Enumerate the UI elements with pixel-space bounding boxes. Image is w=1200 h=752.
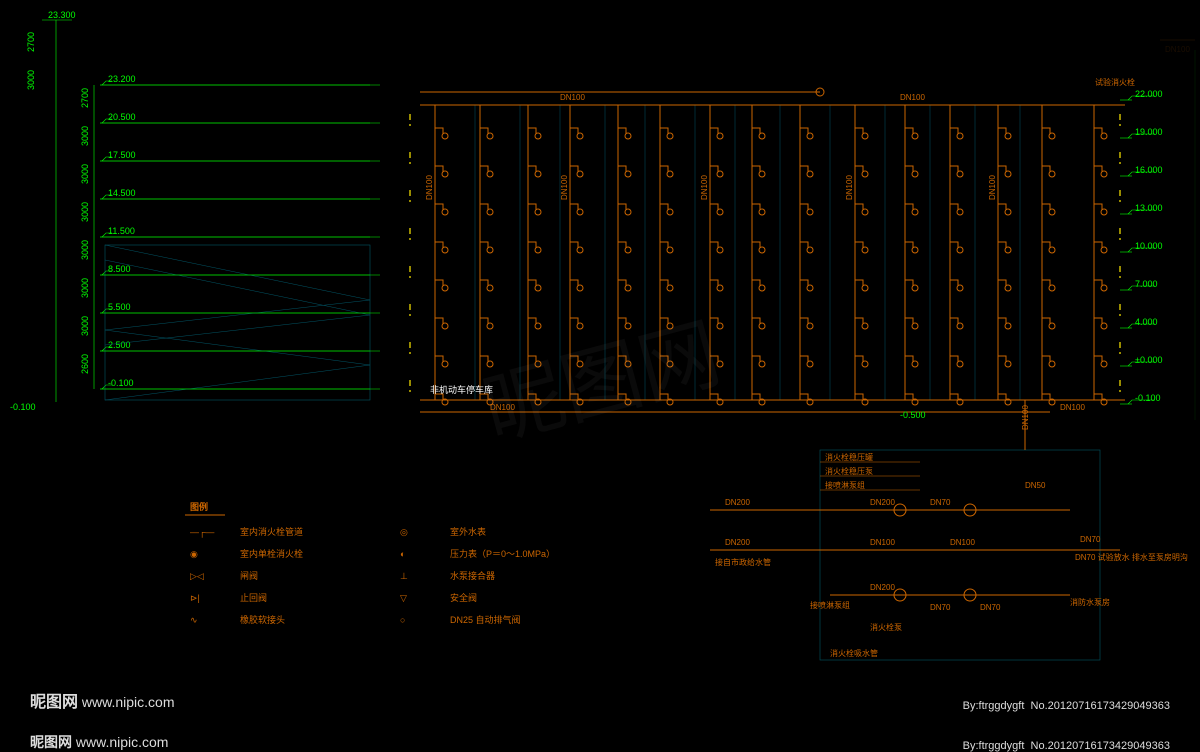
- svg-text:±0.000: ±0.000: [1135, 355, 1162, 365]
- svg-text:◎: ◎: [400, 527, 408, 537]
- svg-text:-0.100: -0.100: [1135, 393, 1161, 403]
- svg-text:2.500: 2.500: [108, 340, 131, 350]
- legend: 图例 —┌— 室内消火栓管道 ◉ 室内单栓消火栓 ▷◁ 闸阀 ⊳| 止回阀 ∿ 橡胶软接头 ◎ 室外水…: [185, 501, 555, 625]
- svg-text:消火栓泵: 消火栓泵: [870, 622, 902, 632]
- svg-text:DN50: DN50: [1025, 481, 1046, 490]
- svg-text:13.000: 13.000: [1135, 203, 1163, 213]
- svg-text:○: ○: [400, 615, 405, 625]
- svg-text:▷◁: ▷◁: [190, 571, 204, 581]
- svg-text:22.000: 22.000: [1135, 89, 1163, 99]
- svg-text:DN200: DN200: [870, 583, 895, 592]
- svg-text:DN70: DN70: [930, 603, 951, 612]
- svg-text:DN100: DN100: [560, 93, 585, 102]
- svg-text:11.500: 11.500: [108, 226, 135, 236]
- svg-text:14.500: 14.500: [108, 188, 136, 198]
- svg-text:DN100: DN100: [700, 175, 709, 200]
- svg-text:DN70 试验放水 排水至泵房明沟: DN70 试验放水 排水至泵房明沟: [1075, 552, 1188, 562]
- byline-dup: By:ftrggdygft No.20120716173429049363: [963, 740, 1170, 752]
- svg-text:DN200: DN200: [870, 498, 895, 507]
- svg-text:DN25 自动排气阀: DN25 自动排气阀: [450, 614, 521, 625]
- svg-text:◉: ◉: [190, 549, 198, 559]
- svg-text:-0.100: -0.100: [10, 402, 36, 412]
- svg-text:23.300: 23.300: [48, 10, 76, 20]
- right-elevations: 22.000 19.000 16.000 13.000 10.000 7.000 4.000…: [1120, 89, 1163, 404]
- svg-text:接喷淋泵组: 接喷淋泵组: [810, 600, 850, 610]
- svg-text:19.000: 19.000: [1135, 127, 1163, 137]
- svg-text:—┌—: —┌—: [190, 527, 214, 538]
- svg-text:DN100: DN100: [870, 538, 895, 547]
- svg-text:3000: 3000: [80, 126, 90, 146]
- svg-text:DN200: DN200: [725, 498, 750, 507]
- svg-text:图例: 图例: [190, 501, 208, 512]
- outer-dim-column: 23.300 2700 3000 -0.100: [10, 10, 76, 412]
- svg-text:安全阀: 安全阀: [450, 592, 477, 603]
- svg-text:DN100: DN100: [425, 175, 434, 200]
- svg-text:水泵接合器: 水泵接合器: [450, 570, 495, 581]
- svg-text:DN100: DN100: [845, 175, 854, 200]
- watermark: 昵图网 www.nipic.com: [30, 688, 175, 712]
- svg-text:10.000: 10.000: [1135, 241, 1163, 251]
- svg-text:压力表（P＝0～1.0MPa）: 压力表（P＝0～1.0MPa）: [450, 548, 555, 559]
- svg-text:5.500: 5.500: [108, 302, 131, 312]
- structure-grid: [105, 105, 1020, 400]
- cad-drawing: DN100 23.300 2700 3000 -0.100 23.200 20.5…: [0, 0, 1200, 752]
- pipe-network: DN100 DN100 DN100 DN100 DN100 DN100 DN100 D…: [420, 88, 1125, 412]
- svg-text:∿: ∿: [190, 615, 198, 625]
- garage-note: 非机动车停车库: [430, 384, 493, 395]
- svg-text:7.000: 7.000: [1135, 279, 1158, 289]
- svg-text:3000: 3000: [80, 240, 90, 260]
- svg-text:DN70: DN70: [930, 498, 951, 507]
- svg-text:3000: 3000: [80, 202, 90, 222]
- svg-text:室内消火栓管道: 室内消火栓管道: [240, 526, 303, 537]
- svg-text:3000: 3000: [26, 70, 36, 90]
- byline: By:ftrggdygft No.20120716173429049363: [963, 700, 1170, 712]
- svg-text:2700: 2700: [26, 32, 36, 52]
- svg-text:消防水泵房: 消防水泵房: [1070, 597, 1110, 607]
- svg-text:接自市政给水管: 接自市政给水管: [715, 557, 771, 567]
- svg-text:消火栓稳压泵: 消火栓稳压泵: [825, 466, 873, 476]
- svg-text:3000: 3000: [80, 316, 90, 336]
- svg-text:DN70: DN70: [1080, 535, 1101, 544]
- left-elevations: 23.200 20.500 2700 17.500 3000 14.500 3000 11.5…: [80, 74, 370, 389]
- svg-text:接喷淋泵组: 接喷淋泵组: [825, 480, 865, 490]
- svg-text:DN100: DN100: [1165, 45, 1190, 54]
- svg-text:闸阀: 闸阀: [240, 571, 258, 581]
- svg-text:16.000: 16.000: [1135, 165, 1163, 175]
- svg-text:DN100: DN100: [950, 538, 975, 547]
- svg-text:消火栓稳压罐: 消火栓稳压罐: [825, 452, 873, 462]
- svg-text:DN70: DN70: [980, 603, 1001, 612]
- svg-text:DN100: DN100: [560, 175, 569, 200]
- svg-text:DN200: DN200: [725, 538, 750, 547]
- svg-text:消火栓吸水管: 消火栓吸水管: [830, 648, 878, 658]
- watermark-dup: 昵图网 www.nipic.com: [30, 732, 168, 752]
- svg-text:▽: ▽: [400, 593, 407, 603]
- svg-text:23.200: 23.200: [108, 74, 136, 84]
- svg-text:8.500: 8.500: [108, 264, 131, 274]
- svg-text:3000: 3000: [80, 278, 90, 298]
- svg-text:4.000: 4.000: [1135, 317, 1158, 327]
- svg-text:20.500: 20.500: [108, 112, 136, 122]
- svg-text:3000: 3000: [80, 164, 90, 184]
- svg-text:止回阀: 止回阀: [240, 592, 267, 603]
- svg-text:DN100: DN100: [1060, 403, 1085, 412]
- svg-text:⊥: ⊥: [400, 571, 408, 581]
- svg-text:2600: 2600: [80, 354, 90, 374]
- svg-text:试验消火栓: 试验消火栓: [1095, 77, 1135, 87]
- svg-text:室外水表: 室外水表: [450, 526, 486, 537]
- pump-room: DN100 DN200 接自市政给水管 DN200 消火栓稳压罐消火栓稳压泵接喷…: [710, 400, 1188, 660]
- svg-text:DN100: DN100: [490, 403, 515, 412]
- svg-text:◐: ◐: [400, 549, 405, 559]
- svg-text:-0.100: -0.100: [108, 378, 134, 388]
- svg-text:-0.500: -0.500: [900, 410, 926, 420]
- svg-text:17.500: 17.500: [108, 150, 136, 160]
- svg-text:⊳|: ⊳|: [190, 593, 200, 603]
- svg-text:室内单栓消火栓: 室内单栓消火栓: [240, 548, 303, 559]
- svg-text:橡胶软接头: 橡胶软接头: [240, 614, 285, 625]
- svg-text:2700: 2700: [80, 88, 90, 108]
- svg-text:DN100: DN100: [988, 175, 997, 200]
- svg-text:DN100: DN100: [900, 93, 925, 102]
- svg-text:DN100: DN100: [1021, 405, 1030, 430]
